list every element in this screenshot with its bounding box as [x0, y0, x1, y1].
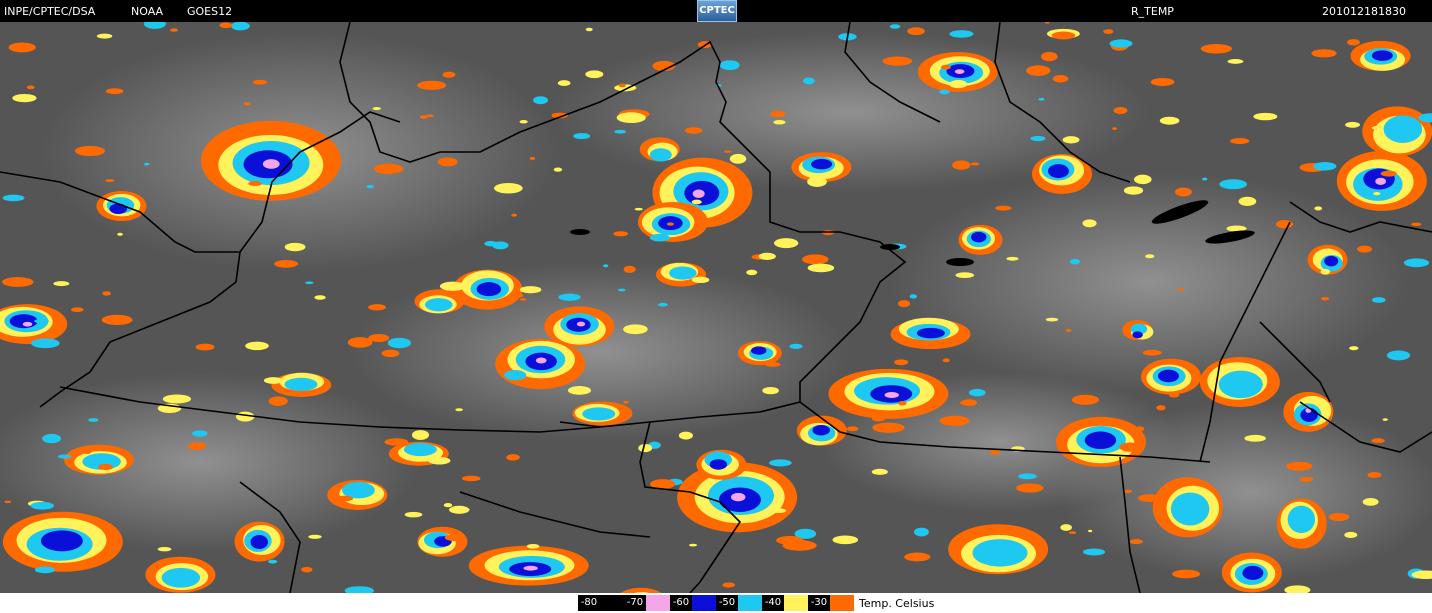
satellite-label: GOES12 — [187, 5, 233, 18]
legend-item: -30 — [808, 595, 854, 611]
legend-swatch — [600, 595, 624, 611]
legend-unit: Temp. Celsius — [859, 597, 935, 610]
agency-label: NOAA — [131, 5, 164, 18]
legend-label: -30 — [808, 595, 830, 611]
map-canvas — [0, 22, 1432, 593]
legend-label: -50 — [716, 595, 738, 611]
legend-swatch — [784, 595, 808, 611]
temperature-legend: Temp. Celsius -80 -70 -60 -50 -40 -30 — [0, 593, 1432, 613]
legend-item: -60 — [670, 595, 716, 611]
legend-swatch — [692, 595, 716, 611]
legend-label: -40 — [762, 595, 784, 611]
legend-item: -40 — [762, 595, 808, 611]
legend-label: -60 — [670, 595, 692, 611]
legend-swatch — [646, 595, 670, 611]
legend-label: -70 — [624, 595, 646, 611]
legend-swatch — [830, 595, 854, 611]
legend-item: -80 — [578, 595, 624, 611]
header-bar: INPE/CPTEC/DSA NOAA GOES12 CPTEC R_TEMP … — [0, 0, 1432, 22]
timestamp-label: 201012181830 — [1322, 5, 1406, 18]
satellite-map — [0, 22, 1432, 593]
legend-item: -50 — [716, 595, 762, 611]
legend-swatch — [738, 595, 762, 611]
legend-label: -80 — [578, 595, 600, 611]
product-label: R_TEMP — [1131, 5, 1174, 18]
logo-text: CPTEC — [699, 5, 735, 16]
source-label: INPE/CPTEC/DSA — [4, 5, 96, 18]
legend-item: -70 — [624, 595, 670, 611]
cptec-logo: CPTEC — [697, 0, 737, 22]
